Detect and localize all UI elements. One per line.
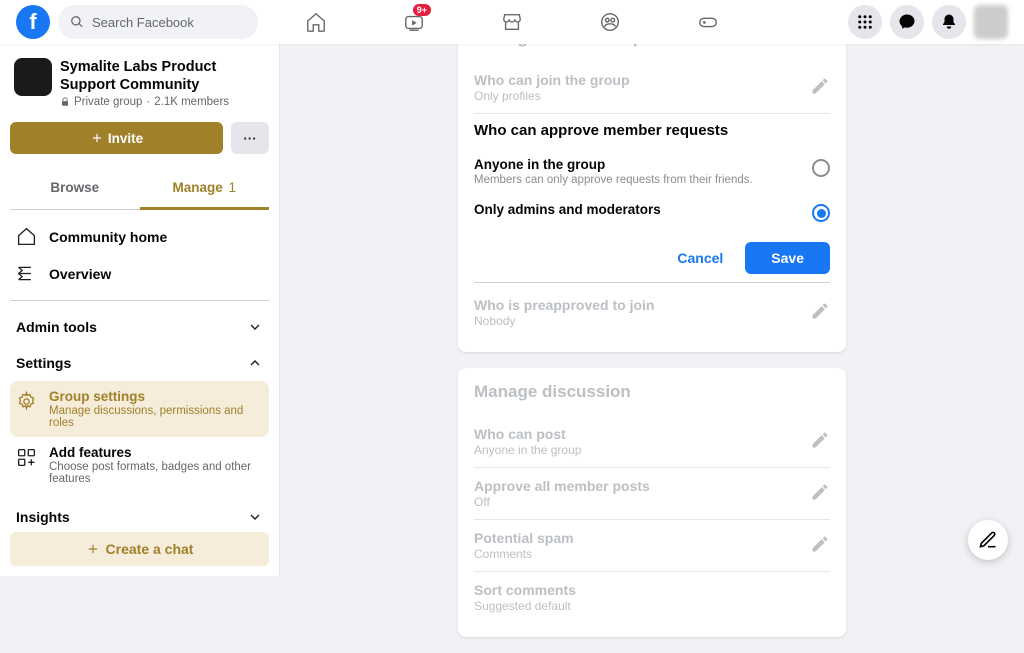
facebook-logo[interactable]: f (16, 5, 50, 39)
sidebar: Symalite Labs Product Support Community … (0, 44, 280, 576)
main-content: Manage membership Who can join the group… (280, 0, 1024, 653)
pencil-icon[interactable] (810, 76, 830, 96)
messenger-button[interactable] (890, 5, 924, 39)
sidebar-group-settings[interactable]: Group settings Manage discussions, permi… (10, 381, 269, 437)
search-icon (70, 15, 84, 29)
row-sort[interactable]: Sort commentsSuggested default (474, 572, 830, 623)
tab-browse[interactable]: Browse (10, 168, 140, 209)
nav-center: 9+ (271, 0, 753, 44)
sidebar-admin-tools[interactable]: Admin tools (10, 309, 269, 345)
home-icon (305, 11, 327, 33)
edit-icon (978, 530, 998, 550)
profile-avatar[interactable] (974, 5, 1008, 39)
grid-icon (856, 13, 874, 31)
radio-unselected[interactable] (812, 159, 830, 177)
pencil-icon[interactable] (810, 430, 830, 450)
messenger-icon (898, 13, 916, 31)
save-button[interactable]: Save (745, 242, 830, 274)
cancel-button[interactable]: Cancel (663, 242, 737, 274)
manage-discussion-card: Manage discussion Who can postAnyone in … (458, 368, 846, 637)
row-spam[interactable]: Potential spamComments (474, 520, 830, 572)
nav-home[interactable] (271, 0, 361, 44)
top-nav: f Search Facebook 9+ (0, 0, 1024, 44)
nav-gaming[interactable] (663, 0, 753, 44)
option-admins-only[interactable]: Only admins and moderators (474, 194, 830, 230)
chevron-down-icon (247, 509, 263, 525)
groups-icon (599, 11, 621, 33)
bell-icon (940, 13, 958, 31)
watch-badge: 9+ (413, 4, 431, 16)
group-header[interactable]: Symalite Labs Product Support Community … (10, 54, 269, 112)
plus-icon (90, 131, 104, 145)
row-approve-posts[interactable]: Approve all member postsOff (474, 468, 830, 520)
approve-section: Who can approve member requests Anyone i… (474, 114, 830, 278)
row-who-can-join[interactable]: Who can join the group Only profiles (474, 62, 830, 114)
sidebar-tabs: Browse Manage 1 (10, 168, 269, 210)
compose-button[interactable] (968, 520, 1008, 560)
card-title: Manage discussion (474, 382, 830, 402)
group-meta: Private group · 2.1K members (60, 96, 265, 108)
home-icon (16, 226, 37, 247)
gaming-icon (697, 11, 719, 33)
nav-groups[interactable] (565, 0, 655, 44)
row-preapproved[interactable]: Who is preapproved to join Nobody (474, 287, 830, 338)
more-button[interactable]: ··· (231, 122, 269, 154)
sidebar-community-home[interactable]: Community home (10, 218, 269, 255)
chevron-down-icon (247, 319, 263, 335)
gear-icon (16, 391, 37, 412)
option-anyone[interactable]: Anyone in the group Members can only app… (474, 149, 830, 194)
nav-right (848, 5, 1008, 39)
pencil-icon[interactable] (810, 534, 830, 554)
sidebar-add-features[interactable]: Add features Choose post formats, badges… (10, 437, 269, 493)
row-who-can-post[interactable]: Who can postAnyone in the group (474, 416, 830, 468)
sidebar-insights[interactable]: Insights (10, 499, 269, 535)
create-chat-button[interactable]: Create a chat (10, 532, 269, 566)
tab-manage[interactable]: Manage 1 (140, 168, 270, 210)
radio-selected[interactable] (812, 204, 830, 222)
group-image (14, 58, 52, 96)
menu-button[interactable] (848, 5, 882, 39)
group-name: Symalite Labs Product Support Community (60, 58, 265, 94)
nav-watch[interactable]: 9+ (369, 0, 459, 44)
lock-icon (60, 97, 70, 107)
plus-icon (86, 542, 100, 556)
nav-marketplace[interactable] (467, 0, 557, 44)
notifications-button[interactable] (932, 5, 966, 39)
grid-plus-icon (16, 447, 37, 468)
pencil-icon[interactable] (810, 301, 830, 321)
pencil-icon[interactable] (810, 482, 830, 502)
marketplace-icon (501, 11, 523, 33)
sidebar-overview[interactable]: Overview (10, 255, 269, 292)
chevron-up-icon (247, 355, 263, 371)
manage-membership-card: Manage membership Who can join the group… (458, 14, 846, 352)
invite-button[interactable]: Invite (10, 122, 223, 154)
sidebar-settings[interactable]: Settings (10, 345, 269, 381)
search-placeholder: Search Facebook (92, 15, 194, 30)
overview-icon (16, 263, 37, 284)
search-input[interactable]: Search Facebook (58, 5, 258, 39)
